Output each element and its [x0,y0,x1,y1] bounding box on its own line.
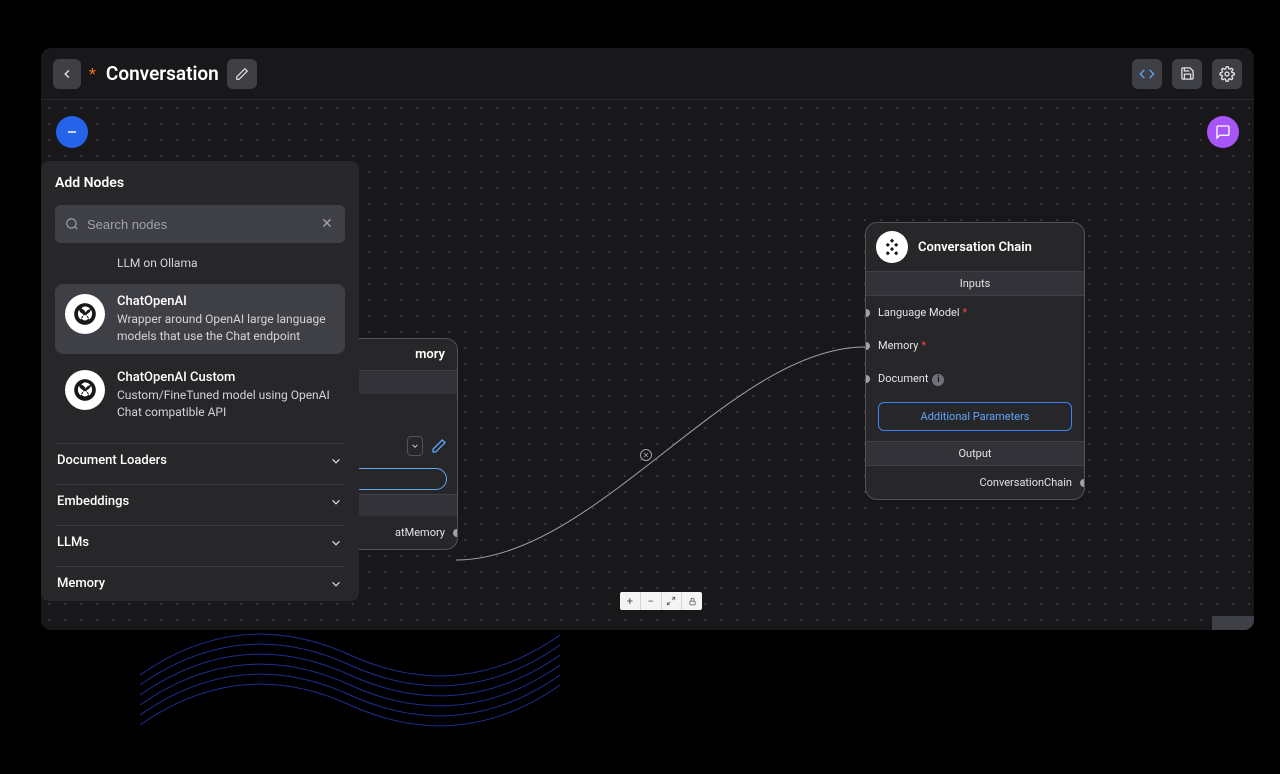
openai-icon [65,370,105,410]
lock-icon [688,597,697,606]
category-memory[interactable]: Memory [55,566,345,601]
zoom-out-button[interactable]: − [641,592,662,610]
corner-tab [1212,616,1254,630]
port-handle[interactable] [1080,479,1085,487]
fit-view-button[interactable] [662,592,683,610]
unsaved-indicator: * [89,64,96,83]
app-window: * Conversation ✕ mor [41,48,1254,630]
chevron-down-icon [410,441,420,451]
category-llms[interactable]: LLMs [55,525,345,560]
node-description: LLM on Ollama [117,255,198,272]
conversation-chain-node[interactable]: Conversation Chain Inputs Language Model… [865,222,1085,500]
openai-icon [65,294,105,334]
port-handle[interactable] [865,375,870,383]
gear-icon [1219,66,1235,82]
node-description: Wrapper around OpenAI large language mod… [117,311,335,345]
node-description: Custom/FineTuned model using OpenAI Chat… [117,387,335,421]
memory-node-dropdown[interactable] [407,436,423,456]
node-list-item-chatopenai-custom[interactable]: ChatOpenAI Custom Custom/FineTuned model… [55,360,345,431]
category-label: Document Loaders [57,453,167,468]
zoom-controls: + − [620,592,702,610]
edit-title-button[interactable] [227,59,257,89]
port-output: ConversationChain [866,466,1084,499]
search-input[interactable] [87,217,311,232]
zoom-in-button[interactable]: + [620,592,641,610]
node-title: ChatOpenAI [117,294,335,309]
node-list: LLM on Ollama ChatOpenAI Wrapper around … [41,255,359,601]
port-handle[interactable] [453,529,458,537]
clear-search-button[interactable]: ✕ [319,216,335,232]
lock-button[interactable] [682,592,702,610]
info-icon[interactable]: i [932,374,944,386]
add-node-button[interactable] [56,116,88,148]
chevron-down-icon [329,577,343,591]
port-document: Documenti [866,362,1084,396]
back-button[interactable] [53,59,81,89]
chain-icon [876,231,908,263]
chevron-down-icon [329,454,343,468]
category-embeddings[interactable]: Embeddings [55,484,345,519]
save-icon [1180,66,1195,81]
code-icon [1139,66,1155,82]
search-icon [65,217,79,231]
inputs-header: Inputs [866,271,1084,296]
save-button[interactable] [1172,59,1202,89]
search-box: ✕ [55,205,345,243]
pencil-icon [235,67,249,81]
chevron-down-icon [329,495,343,509]
memory-node-field[interactable] [349,468,447,490]
category-label: Embeddings [57,494,129,509]
page-title: Conversation [106,62,219,85]
header-actions [1132,59,1242,89]
chat-button[interactable] [1207,116,1239,148]
node-list-item-chatopenai[interactable]: ChatOpenAI Wrapper around OpenAI large l… [55,284,345,355]
node-list-item[interactable]: LLM on Ollama [55,255,345,278]
canvas[interactable]: ✕ mory atMemory Add Nodes [41,100,1254,630]
node-card-title: Conversation Chain [918,240,1032,255]
panel-title: Add Nodes [41,161,359,199]
category-document-loaders[interactable]: Document Loaders [55,443,345,478]
category-label: LLMs [57,535,89,550]
chevron-down-icon [329,536,343,550]
add-nodes-panel: Add Nodes ✕ LLM on Ollama [41,161,359,601]
edge-delete-button[interactable]: ✕ [640,449,652,461]
header: * Conversation [41,48,1254,100]
node-title: ChatOpenAI Custom [117,370,335,385]
settings-button[interactable] [1212,59,1242,89]
chevron-left-icon [60,67,74,81]
chat-icon [1215,124,1231,140]
port-handle[interactable] [865,309,870,317]
output-header: Output [866,441,1084,466]
port-language-model: Language Model* [866,296,1084,329]
code-button[interactable] [1132,59,1162,89]
port-handle[interactable] [865,342,870,350]
expand-icon [666,596,676,606]
port-memory: Memory* [866,329,1084,362]
edit-icon[interactable] [431,438,447,454]
minus-icon [65,125,79,139]
additional-parameters-button[interactable]: Additional Parameters [878,402,1072,431]
category-label: Memory [57,576,105,591]
